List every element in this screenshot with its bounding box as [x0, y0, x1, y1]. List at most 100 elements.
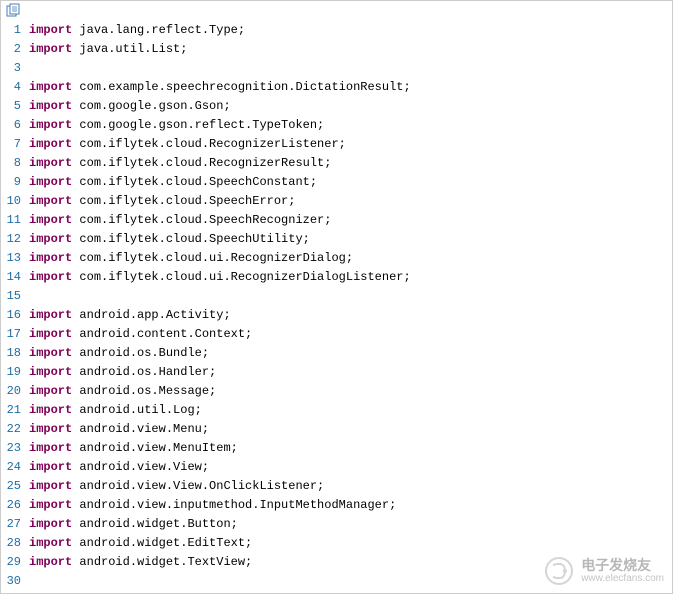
keyword: import — [29, 327, 72, 341]
line-number: 13 — [1, 249, 29, 268]
code-line: 7import com.iflytek.cloud.RecognizerList… — [1, 135, 672, 154]
line-number: 18 — [1, 344, 29, 363]
line-number: 16 — [1, 306, 29, 325]
code-line: 15 — [1, 287, 672, 306]
line-content: import android.view.View; — [29, 458, 672, 477]
code-line: 11import com.iflytek.cloud.SpeechRecogni… — [1, 211, 672, 230]
line-number: 26 — [1, 496, 29, 515]
code-line: 20import android.os.Message; — [1, 382, 672, 401]
code-text: android.view.View.OnClickListener; — [72, 479, 324, 493]
code-line: 1import java.lang.reflect.Type; — [1, 21, 672, 40]
code-line: 9import com.iflytek.cloud.SpeechConstant… — [1, 173, 672, 192]
keyword: import — [29, 346, 72, 360]
line-content: import com.iflytek.cloud.RecognizerResul… — [29, 154, 672, 173]
code-text: android.os.Bundle; — [72, 346, 209, 360]
keyword: import — [29, 536, 72, 550]
copy-icon[interactable] — [5, 3, 21, 17]
code-line: 14import com.iflytek.cloud.ui.Recognizer… — [1, 268, 672, 287]
code-line: 21import android.util.Log; — [1, 401, 672, 420]
line-content: import com.google.gson.Gson; — [29, 97, 672, 116]
code-line: 28import android.widget.EditText; — [1, 534, 672, 553]
code-line: 17import android.content.Context; — [1, 325, 672, 344]
keyword: import — [29, 99, 72, 113]
line-content: import android.view.Menu; — [29, 420, 672, 439]
code-line: 29import android.widget.TextView; — [1, 553, 672, 572]
code-text: android.view.MenuItem; — [72, 441, 238, 455]
keyword: import — [29, 232, 72, 246]
code-line: 26import android.view.inputmethod.InputM… — [1, 496, 672, 515]
code-text: android.widget.EditText; — [72, 536, 252, 550]
keyword: import — [29, 156, 72, 170]
keyword: import — [29, 118, 72, 132]
code-text: com.iflytek.cloud.SpeechConstant; — [72, 175, 317, 189]
line-content: import com.iflytek.cloud.SpeechConstant; — [29, 173, 672, 192]
code-line: 27import android.widget.Button; — [1, 515, 672, 534]
line-content: import com.iflytek.cloud.ui.RecognizerDi… — [29, 268, 672, 287]
code-text: com.iflytek.cloud.SpeechError; — [72, 194, 295, 208]
code-line: 30 — [1, 572, 672, 591]
line-content: import com.iflytek.cloud.SpeechUtility; — [29, 230, 672, 249]
code-text: android.widget.Button; — [72, 517, 238, 531]
line-content: import android.widget.TextView; — [29, 553, 672, 572]
code-line: 19import android.os.Handler; — [1, 363, 672, 382]
line-content: import android.util.Log; — [29, 401, 672, 420]
line-content: import java.util.List; — [29, 40, 672, 59]
code-line: 24import android.view.View; — [1, 458, 672, 477]
keyword: import — [29, 384, 72, 398]
code-text: com.iflytek.cloud.SpeechUtility; — [72, 232, 310, 246]
keyword: import — [29, 251, 72, 265]
line-number: 7 — [1, 135, 29, 154]
line-number: 23 — [1, 439, 29, 458]
code-line: 3 — [1, 59, 672, 78]
keyword: import — [29, 175, 72, 189]
line-number: 14 — [1, 268, 29, 287]
code-line: 10import com.iflytek.cloud.SpeechError; — [1, 192, 672, 211]
line-content: import android.view.MenuItem; — [29, 439, 672, 458]
code-line: 8import com.iflytek.cloud.RecognizerResu… — [1, 154, 672, 173]
keyword: import — [29, 42, 72, 56]
line-content: import android.widget.EditText; — [29, 534, 672, 553]
line-number: 10 — [1, 192, 29, 211]
keyword: import — [29, 213, 72, 227]
code-line: 12import com.iflytek.cloud.SpeechUtility… — [1, 230, 672, 249]
code-text: com.iflytek.cloud.RecognizerListener; — [72, 137, 346, 151]
code-text: android.os.Message; — [72, 384, 216, 398]
code-line: 18import android.os.Bundle; — [1, 344, 672, 363]
line-content: import android.widget.Button; — [29, 515, 672, 534]
line-number: 25 — [1, 477, 29, 496]
keyword: import — [29, 498, 72, 512]
line-number: 6 — [1, 116, 29, 135]
line-content: import android.os.Message; — [29, 382, 672, 401]
line-number: 5 — [1, 97, 29, 116]
line-number: 21 — [1, 401, 29, 420]
line-number: 2 — [1, 40, 29, 59]
line-content: import com.iflytek.cloud.SpeechError; — [29, 192, 672, 211]
line-content: import com.example.speechrecognition.Dic… — [29, 78, 672, 97]
line-number: 12 — [1, 230, 29, 249]
keyword: import — [29, 403, 72, 417]
line-number: 27 — [1, 515, 29, 534]
line-content: import android.view.inputmethod.InputMet… — [29, 496, 672, 515]
code-text: com.iflytek.cloud.ui.RecognizerDialog; — [72, 251, 353, 265]
code-text: com.iflytek.cloud.SpeechRecognizer; — [72, 213, 331, 227]
line-content: import android.app.Activity; — [29, 306, 672, 325]
code-viewer: 1import java.lang.reflect.Type;2import j… — [1, 21, 672, 591]
line-number: 1 — [1, 21, 29, 40]
line-content: import com.iflytek.cloud.RecognizerListe… — [29, 135, 672, 154]
code-text: android.view.inputmethod.InputMethodMana… — [72, 498, 396, 512]
code-line: 13import com.iflytek.cloud.ui.Recognizer… — [1, 249, 672, 268]
code-text: java.util.List; — [72, 42, 187, 56]
line-number: 22 — [1, 420, 29, 439]
keyword: import — [29, 517, 72, 531]
line-content: import com.iflytek.cloud.SpeechRecognize… — [29, 211, 672, 230]
line-number: 8 — [1, 154, 29, 173]
code-line: 22import android.view.Menu; — [1, 420, 672, 439]
keyword: import — [29, 137, 72, 151]
line-number: 4 — [1, 78, 29, 97]
code-text: com.google.gson.reflect.TypeToken; — [72, 118, 324, 132]
line-content: import com.iflytek.cloud.ui.RecognizerDi… — [29, 249, 672, 268]
keyword: import — [29, 422, 72, 436]
line-number: 9 — [1, 173, 29, 192]
line-content: import android.view.View.OnClickListener… — [29, 477, 672, 496]
toolbar — [1, 1, 672, 21]
